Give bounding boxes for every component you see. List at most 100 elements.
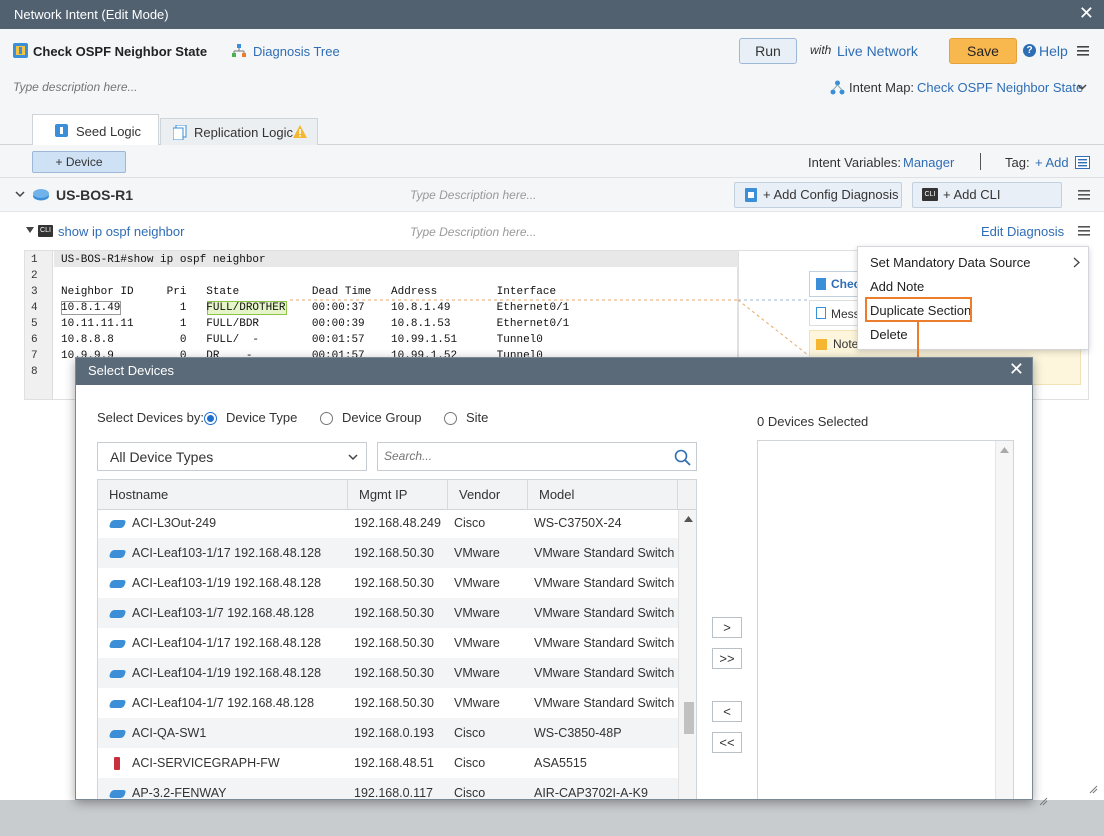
device-section-header: US-BOS-R1 Type Description here... + Add… [0, 178, 1104, 226]
column-header-hostname[interactable]: Hostname [98, 480, 348, 510]
collapse-chevron-icon[interactable] [15, 191, 25, 198]
table-row[interactable]: ACI-QA-SW1 192.168.0.193 Cisco WS-C3850-… [98, 718, 678, 748]
hostname-cell: ACI-Leaf103-1/17 192.168.48.128 [132, 546, 322, 560]
switch-icon [108, 700, 127, 708]
dialog-titlebar: Select Devices ✕ [76, 358, 1032, 385]
table-row[interactable]: ACI-Leaf103-1/7 192.168.48.128 192.168.5… [98, 598, 678, 628]
remove-all-button[interactable]: << [712, 732, 742, 753]
selected-devices-list[interactable] [757, 440, 1014, 799]
chevron-down-icon[interactable] [1077, 84, 1087, 91]
vendor-cell: VMware [454, 666, 500, 680]
table-row[interactable]: ACI-Leaf104-1/19 192.168.48.128 192.168.… [98, 658, 678, 688]
mgmt-ip-cell: 192.168.0.193 [354, 726, 434, 740]
run-button[interactable]: Run [739, 38, 797, 64]
live-network-link[interactable]: Live Network [837, 43, 918, 59]
remove-selected-button[interactable]: < [712, 701, 742, 722]
tab-seed-logic[interactable]: Seed Logic [32, 114, 159, 146]
cli-description[interactable]: Type Description here... [410, 225, 537, 239]
table-scrollbar[interactable] [678, 510, 696, 799]
config-icon [745, 188, 757, 202]
diagnosis-tree-icon [232, 44, 246, 57]
table-row[interactable]: ACI-SERVICEGRAPH-FW 192.168.48.51 Cisco … [98, 748, 678, 778]
mgmt-ip-cell: 192.168.50.30 [354, 606, 434, 620]
switch-icon [108, 730, 127, 738]
vendor-cell: Cisco [454, 726, 486, 740]
chevron-right-icon [1073, 257, 1080, 268]
resize-grip-icon[interactable] [1038, 796, 1048, 806]
description-input[interactable] [13, 80, 313, 94]
add-tag-link[interactable]: + Add [1035, 155, 1069, 170]
add-device-button[interactable]: + Device [32, 151, 126, 173]
add-device-label: + Device [55, 155, 103, 169]
cli-icon: CLI [922, 188, 938, 201]
switch-icon [108, 610, 127, 618]
vendor-cell: VMware [454, 636, 500, 650]
table-row[interactable]: ACI-L3Out-249 192.168.48.249 Cisco WS-C3… [98, 508, 678, 538]
menu-item-delete[interactable]: Delete [870, 327, 908, 342]
cli-command-link[interactable]: show ip ospf neighbor [58, 224, 184, 239]
duplicate-section-highlight [865, 297, 972, 322]
tag-list-icon[interactable] [1075, 156, 1090, 169]
column-header-vendor[interactable]: Vendor [448, 480, 528, 510]
column-header-model[interactable]: Model [528, 480, 678, 510]
section-menu-icon[interactable] [1078, 189, 1090, 201]
add-cli-diagnosis-button[interactable]: CLI + Add CLI Diagnosis [912, 182, 1062, 226]
cli-menu-icon[interactable] [1078, 225, 1090, 237]
device-type-select[interactable]: All Device Types [97, 442, 367, 471]
add-selected-button[interactable]: > [712, 617, 742, 638]
table-row[interactable]: ACI-Leaf103-1/17 192.168.48.128 192.168.… [98, 538, 678, 568]
help-link[interactable]: Help [1039, 43, 1068, 59]
menu-item-add-note[interactable]: Add Note [870, 279, 924, 294]
tab-replication-logic[interactable]: Replication Logic [160, 118, 318, 145]
mgmt-ip-cell: 192.168.50.30 [354, 546, 434, 560]
scroll-up-icon[interactable] [684, 516, 693, 522]
table-row[interactable]: ACI-Leaf104-1/7 192.168.48.128 192.168.5… [98, 688, 678, 718]
chevron-down-icon [348, 454, 358, 461]
select-devices-dialog: Select Devices ✕ Select Devices by: Devi… [75, 357, 1033, 800]
intent-variables-manager-link[interactable]: Manager [903, 155, 954, 170]
mgmt-ip-cell: 192.168.50.30 [354, 576, 434, 590]
table-row[interactable]: ACI-Leaf103-1/19 192.168.48.128 192.168.… [98, 568, 678, 598]
hostname-cell: ACI-Leaf103-1/19 192.168.48.128 [132, 576, 322, 590]
device-table: Hostname Mgmt IP Vendor Model ACI-L3Out-… [97, 479, 697, 800]
model-cell: VMware Standard Switch [534, 576, 675, 590]
line-number: 2 [31, 270, 38, 282]
hostname-cell: ACI-Leaf104-1/7 192.168.48.128 [132, 696, 315, 710]
radio-device-group[interactable] [320, 412, 333, 425]
switch-icon [108, 640, 127, 648]
table-row[interactable]: AP-3.2-FENWAY 192.168.0.117 Cisco AIR-CA… [98, 778, 678, 800]
vendor-cell: VMware [454, 606, 500, 620]
intent-map-link[interactable]: Check OSPF Neighbor State [917, 80, 1083, 95]
intent-toolbar: Check OSPF Neighbor State Diagnosis Tree… [0, 29, 1104, 74]
add-all-button[interactable]: >> [712, 648, 742, 669]
search-icon[interactable] [674, 449, 691, 466]
window-close-icon[interactable]: ✕ [1079, 3, 1094, 24]
intent-variables-label: Intent Variables: [808, 155, 901, 170]
switch-icon [108, 790, 127, 798]
device-search-input[interactable] [384, 449, 664, 463]
menu-item-set-mandatory-data-source[interactable]: Set Mandatory Data Source [870, 255, 1030, 270]
collapse-triangle-icon[interactable] [26, 227, 34, 233]
diagnosis-tree-link[interactable]: Diagnosis Tree [253, 44, 340, 59]
model-cell: VMware Standard Switch [534, 636, 675, 650]
radio-site[interactable] [444, 412, 457, 425]
tab-label: Seed Logic [76, 124, 142, 139]
scroll-up-icon[interactable] [1000, 447, 1009, 453]
dialog-close-icon[interactable]: ✕ [1009, 359, 1024, 380]
edit-diagnosis-link[interactable]: Edit Diagnosis [981, 224, 1064, 239]
selected-list-scrollbar[interactable] [995, 441, 1013, 799]
resize-grip-icon[interactable] [1088, 784, 1098, 794]
section-description[interactable]: Type Description here... [410, 188, 537, 202]
column-header-mgmt-ip[interactable]: Mgmt IP [348, 480, 448, 510]
window-titlebar: Network Intent (Edit Mode) ✕ [0, 0, 1104, 29]
radio-device-type[interactable] [204, 412, 217, 425]
scrollbar-thumb[interactable] [684, 702, 694, 734]
main-menu-icon[interactable] [1077, 45, 1089, 57]
save-button[interactable]: Save [949, 38, 1017, 64]
intent-icon [13, 43, 28, 58]
help-icon[interactable]: ? [1023, 44, 1036, 57]
table-row[interactable]: ACI-Leaf104-1/17 192.168.48.128 192.168.… [98, 628, 678, 658]
add-config-diagnosis-button[interactable]: + Add Config Diagnosis [734, 182, 902, 208]
model-cell: AIR-CAP3702I-A-K9 [534, 786, 648, 800]
mgmt-ip-cell: 192.168.0.117 [354, 786, 434, 800]
